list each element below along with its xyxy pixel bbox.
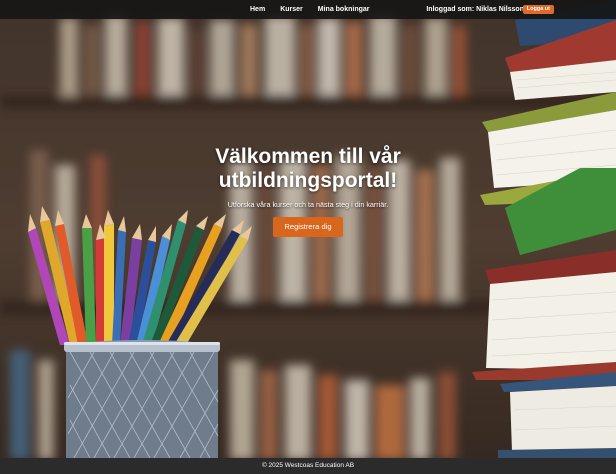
hero-title: Välkommen till vår utbildningsportal! (178, 145, 438, 193)
footer-copyright: © 2025 Westcoas Education AB (261, 462, 355, 469)
hero-title-line-2: utbildningsportal! (218, 169, 398, 192)
nav-link-home[interactable]: Hem (250, 6, 265, 13)
logout-wrapper: Logga ut (522, 5, 554, 14)
hero-subtitle: Utforska våra kurser och ta nästa steg i… (227, 200, 389, 209)
user-area: Inloggad som: Niklas Nilsson (426, 0, 524, 19)
register-button[interactable]: Registrera dig (273, 217, 343, 237)
nav-link-courses[interactable]: Kurser (280, 6, 303, 13)
nav-link-my-bookings[interactable]: Mina bokningar (318, 6, 370, 13)
top-navbar: Hem Kurser Mina bokningar Inloggad som: … (0, 0, 616, 19)
hero-section: Välkommen till vår utbildningsportal! Ut… (178, 145, 438, 237)
logout-button[interactable]: Logga ut (522, 5, 554, 14)
logged-in-user-label: Inloggad som: Niklas Nilsson (426, 6, 524, 13)
page-footer: © 2025 Westcoas Education AB (0, 458, 616, 474)
hero-background-image (0, 0, 616, 474)
nav-links: Hem Kurser Mina bokningar (250, 0, 370, 19)
hero-title-line-1: Välkommen till vår (215, 145, 401, 168)
